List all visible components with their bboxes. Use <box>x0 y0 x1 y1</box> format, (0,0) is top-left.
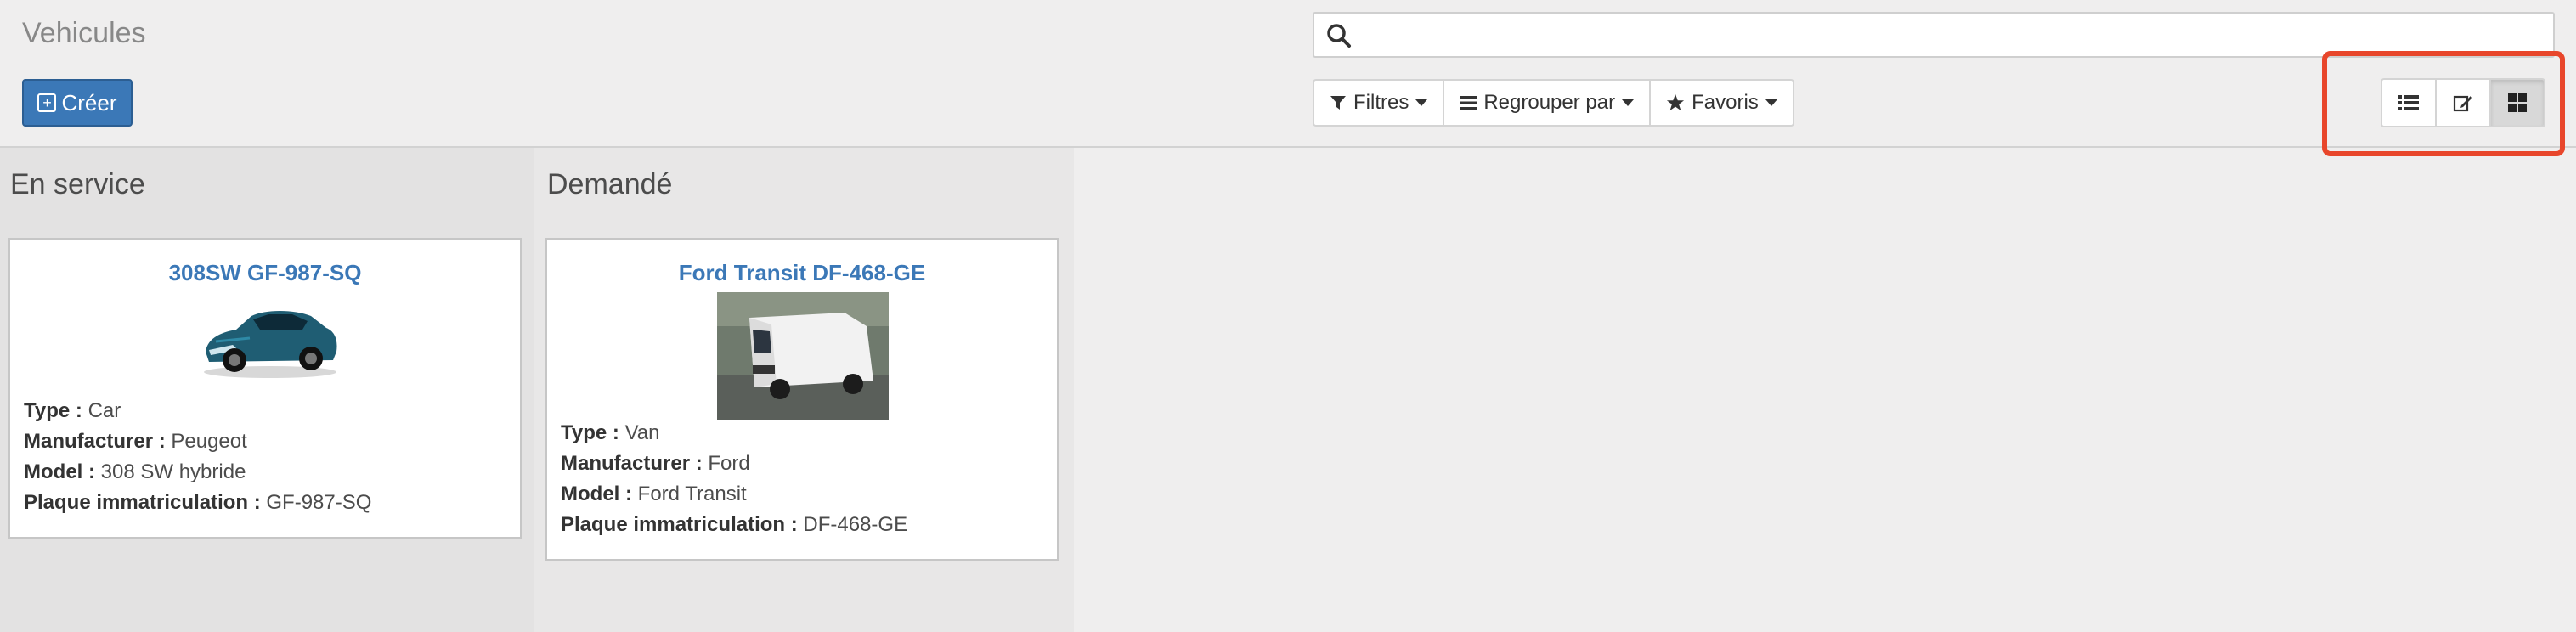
group-by-button[interactable]: Regrouper par <box>1443 79 1652 127</box>
page-title: Vehicules <box>22 17 146 49</box>
field-manufacturer: Manufacturer : Ford <box>561 452 750 475</box>
vehicle-card[interactable]: Ford Transit DF-468-GE Type : Van Manufa… <box>545 238 1059 561</box>
filters-button[interactable]: Filtres <box>1313 79 1445 127</box>
card-title-link[interactable]: Ford Transit DF-468-GE <box>547 260 1057 286</box>
caret-down-icon <box>1765 99 1777 106</box>
filters-label: Filtres <box>1353 91 1409 114</box>
favorites-label: Favoris <box>1692 91 1759 114</box>
caret-down-icon <box>1622 99 1635 106</box>
caret-down-icon <box>1415 99 1428 106</box>
field-manufacturer: Manufacturer : Peugeot <box>24 430 247 453</box>
field-type: Type : Van <box>561 421 660 444</box>
control-panel: Vehicules + Créer Filtres Regrouper par … <box>0 0 2576 156</box>
field-plate: Plaque immatriculation : GF-987-SQ <box>24 491 372 514</box>
kanban-column-demande: Demandé Ford Transit DF-468-GE Type : Va… <box>534 148 1074 632</box>
field-model: Model : 308 SW hybride <box>24 460 246 483</box>
group-by-label: Regrouper par <box>1483 91 1616 114</box>
create-button[interactable]: + Créer <box>22 79 133 127</box>
favorites-button[interactable]: Favoris <box>1649 79 1794 127</box>
column-title: En service <box>10 168 145 200</box>
vehicle-car-image <box>204 311 337 378</box>
field-type: Type : Car <box>24 399 121 422</box>
plus-square-icon: + <box>37 93 57 112</box>
search-icon <box>1327 24 1351 48</box>
field-plate: Plaque immatriculation : DF-468-GE <box>561 513 908 536</box>
star-icon <box>1667 93 1685 111</box>
filter-icon <box>1330 96 1346 110</box>
column-title: Demandé <box>547 168 673 200</box>
create-button-label: Créer <box>61 89 117 116</box>
field-model: Model : Ford Transit <box>561 482 747 505</box>
kanban-column-en-service: En service 308SW GF-987-SQ Type : Car Ma… <box>0 148 534 632</box>
bars-icon <box>1460 96 1477 110</box>
vehicle-van-image <box>717 292 889 420</box>
search-options: Filtres Regrouper par Favoris <box>1313 79 1794 127</box>
card-title-link[interactable]: 308SW GF-987-SQ <box>10 260 520 286</box>
view-switcher-highlight <box>2322 51 2565 156</box>
vehicle-card[interactable]: 308SW GF-987-SQ Type : Car Manufacturer … <box>8 238 522 539</box>
